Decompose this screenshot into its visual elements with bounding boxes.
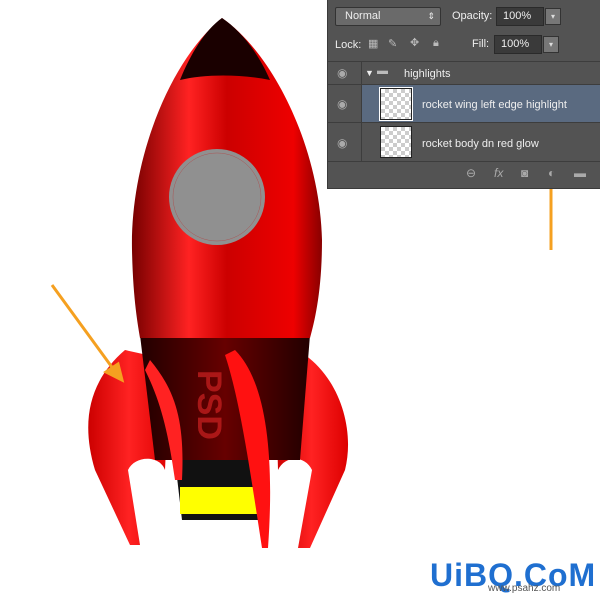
eye-icon[interactable]: ◉: [337, 66, 347, 80]
arrow-left: [50, 284, 125, 383]
eye-icon[interactable]: ◉: [337, 136, 347, 150]
opacity-input[interactable]: 100%: [496, 7, 544, 26]
eye-icon[interactable]: ◉: [337, 97, 347, 111]
blend-mode-select[interactable]: Normal ⇕: [335, 7, 441, 26]
lock-all-icon[interactable]: 🔒︎: [433, 37, 439, 50]
opacity-label: Opacity:: [452, 10, 493, 22]
layer-thumbnail: [380, 126, 412, 158]
updown-icon: ⇕: [427, 11, 435, 21]
layers-panel: Normal ⇕ Opacity: 100% ▾ Lock: ▦ ✎ ✥ 🔒︎ F…: [327, 0, 600, 189]
watermark-url: www.psahz.com: [488, 583, 561, 594]
nozzle-yellow: [180, 487, 264, 514]
layer-name[interactable]: rocket body dn red glow: [422, 138, 539, 150]
adjustment-icon[interactable]: ◐: [548, 166, 555, 180]
lock-label: Lock:: [335, 39, 362, 51]
link-icon[interactable]: ⊖: [466, 166, 476, 180]
mask-icon[interactable]: ◙: [521, 166, 528, 180]
layer-thumbnail: [379, 87, 413, 121]
fill-dropdown[interactable]: ▾: [543, 36, 559, 53]
lock-transparent-icon[interactable]: ▦: [368, 37, 378, 50]
fill-input[interactable]: 100%: [494, 35, 542, 54]
lock-move-icon[interactable]: ✥: [410, 36, 419, 49]
opacity-dropdown[interactable]: ▾: [545, 8, 561, 25]
triangle-down-icon[interactable]: ▼: [365, 68, 374, 78]
body-text: PSD: [190, 370, 228, 440]
fx-icon[interactable]: fx: [494, 166, 503, 180]
folder-icon: ▬: [377, 65, 388, 77]
fill-label: Fill:: [472, 38, 490, 50]
folder-icon[interactable]: ▬: [574, 166, 586, 180]
group-name: highlights: [404, 68, 451, 80]
lock-brush-icon[interactable]: ✎: [388, 37, 397, 50]
porthole: [169, 149, 265, 245]
layer-name[interactable]: rocket wing left edge highlight: [422, 99, 567, 111]
